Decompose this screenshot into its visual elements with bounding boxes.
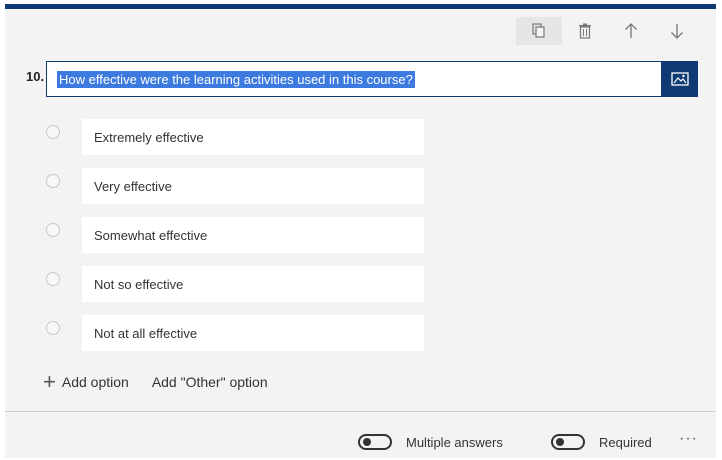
question-row: How effective were the learning activiti… [46,61,698,97]
image-icon [671,72,689,86]
insert-image-button[interactable] [662,61,698,97]
delete-button[interactable] [562,17,608,45]
option-input[interactable]: Not so effective [82,266,424,302]
option-input[interactable]: Extremely effective [82,119,424,155]
option-input[interactable]: Somewhat effective [82,217,424,253]
move-up-button[interactable] [608,17,654,45]
option-radio[interactable] [46,174,60,188]
add-option-label: Add option [61,374,129,390]
question-title-input[interactable]: How effective were the learning activiti… [46,61,662,97]
arrow-down-icon [671,24,683,39]
copy-button[interactable] [516,17,562,45]
more-options-icon[interactable]: ··· [679,430,698,448]
option-input[interactable]: Very effective [82,168,424,204]
required-group: Required [551,434,652,450]
question-number: 10. [26,69,45,84]
add-option-button[interactable]: + Add option [43,371,129,393]
option-radio[interactable] [46,223,60,237]
question-card: 10. How effective were the learning acti… [5,4,716,458]
required-label: Required [599,434,652,450]
move-down-button[interactable] [654,17,700,45]
multiple-answers-toggle[interactable] [358,434,392,450]
arrow-up-icon [625,23,637,38]
question-footer: Multiple answers Required ··· [5,411,716,460]
copy-icon [532,23,545,38]
add-other-option-button[interactable]: Add "Other" option [152,374,268,390]
option-input[interactable]: Not at all effective [82,315,424,351]
multiple-answers-group: Multiple answers [358,434,503,450]
option-radio[interactable] [46,321,60,335]
option-radio[interactable] [46,272,60,286]
required-toggle[interactable] [551,434,585,450]
option-radio[interactable] [46,125,60,139]
multiple-answers-label: Multiple answers [406,434,503,450]
question-toolbar [516,17,700,45]
plus-icon: + [43,369,56,394]
add-option-row: + Add option Add "Other" option [43,371,268,393]
question-title-text: How effective were the learning activiti… [57,70,415,88]
trash-icon [579,23,591,39]
